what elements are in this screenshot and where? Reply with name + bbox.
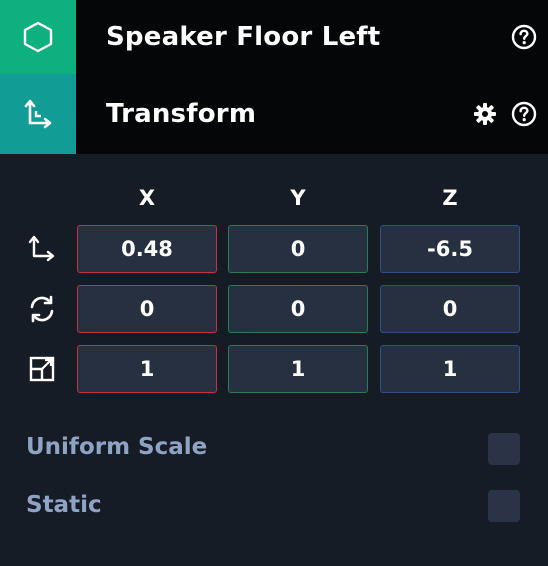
- gear-icon[interactable]: [472, 101, 498, 127]
- transform-axis-icon: [0, 74, 76, 154]
- axis-label-x: X: [138, 186, 156, 210]
- entity-header: Speaker Floor Left: [0, 0, 548, 74]
- rotate-icon: [25, 292, 59, 326]
- axis-label-y: Y: [290, 186, 306, 210]
- scale-x-input[interactable]: 1: [77, 345, 217, 393]
- translation-z-input[interactable]: -6.5: [380, 225, 520, 273]
- uniform-scale-label: Uniform Scale: [26, 434, 208, 460]
- static-label: Static: [26, 492, 102, 518]
- help-icon[interactable]: [511, 24, 537, 50]
- translate-axis-icon: [25, 232, 59, 266]
- translation-y-input[interactable]: 0: [228, 225, 368, 273]
- uniform-scale-checkbox[interactable]: [488, 433, 520, 465]
- rotation-z-input[interactable]: 0: [380, 285, 520, 333]
- rotation-y-input[interactable]: 0: [228, 285, 368, 333]
- static-checkbox[interactable]: [488, 490, 520, 522]
- entity-title: Speaker Floor Left: [106, 22, 381, 52]
- translation-x-input[interactable]: 0.48: [77, 225, 217, 273]
- scale-icon: [25, 352, 59, 386]
- scale-y-input[interactable]: 1: [228, 345, 368, 393]
- hexagon-icon: [0, 0, 76, 74]
- component-header[interactable]: Transform: [0, 74, 548, 154]
- scale-z-input[interactable]: 1: [380, 345, 520, 393]
- help-icon[interactable]: [511, 101, 537, 127]
- rotation-x-input[interactable]: 0: [77, 285, 217, 333]
- component-title: Transform: [106, 99, 257, 129]
- axis-label-z: Z: [442, 186, 458, 210]
